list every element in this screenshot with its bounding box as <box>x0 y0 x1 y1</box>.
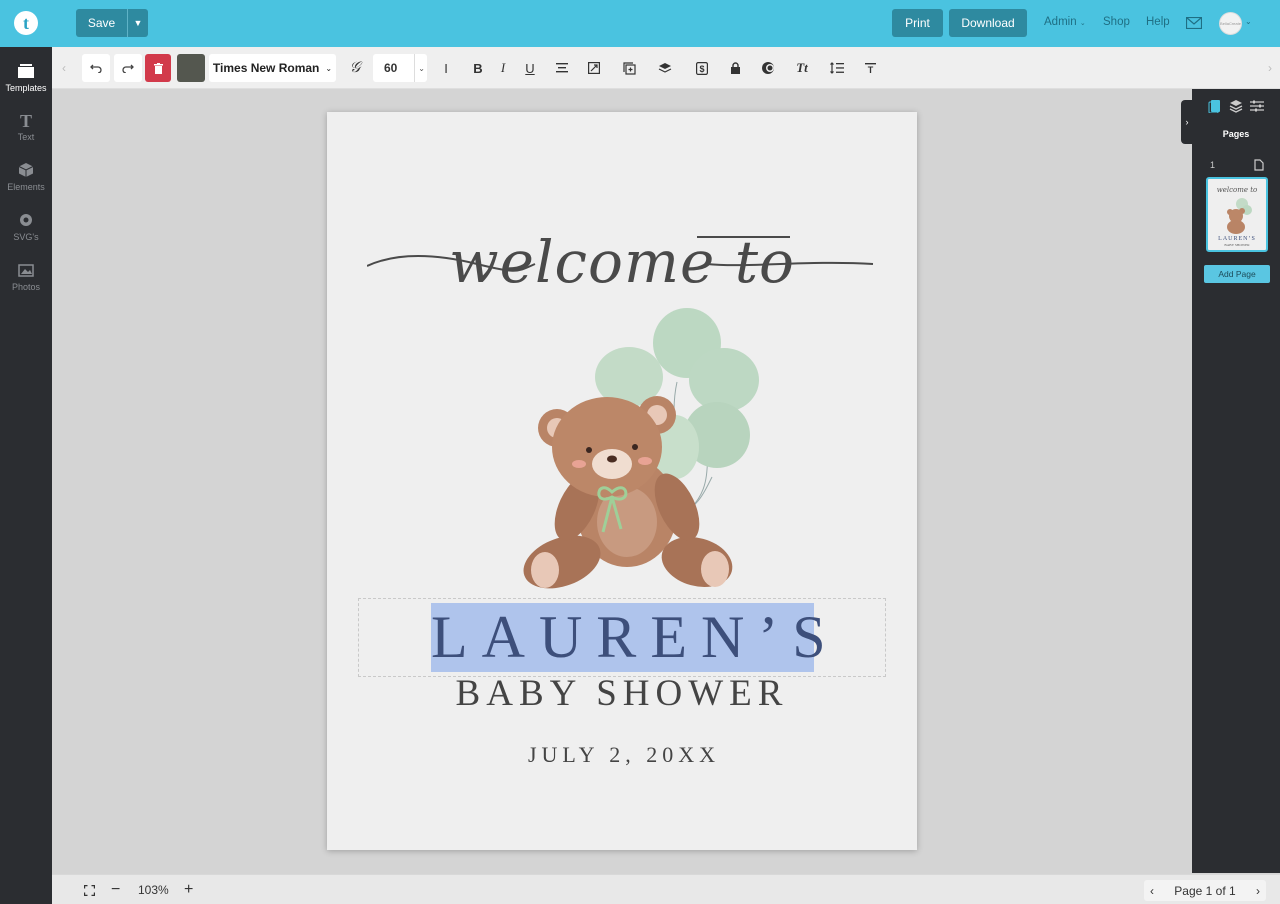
svg-text:T: T <box>867 65 873 75</box>
layers-panel-icon[interactable] <box>1229 99 1243 113</box>
avatar[interactable]: BellaCreate <box>1219 12 1242 35</box>
font-style-icon[interactable]: 𝒢 <box>345 54 365 82</box>
text-icon: T <box>20 112 32 128</box>
app-logo[interactable]: t <box>14 11 38 35</box>
save-button[interactable]: Save <box>76 9 128 37</box>
shop-link[interactable]: Shop <box>1103 16 1130 28</box>
avatar-text: BellaCreate <box>1220 21 1241 26</box>
welcome-text: welcome to <box>449 228 795 296</box>
baby-shower-text[interactable]: BABY SHOWER <box>327 672 917 715</box>
thumb-welcome-text: welcome to <box>1216 186 1258 194</box>
page-options-icon[interactable] <box>1254 159 1264 171</box>
svg-text:$: $ <box>699 64 704 74</box>
mail-icon[interactable] <box>1186 17 1202 29</box>
page-indicator: Page 1 of 1 <box>1174 883 1236 898</box>
sidebar-item-label: Templates <box>5 83 47 93</box>
design-canvas-page[interactable]: welcome to LAUREN’S BABY SHOWER JULY 2, … <box>327 112 917 850</box>
font-chevron-down-icon: ⌄ <box>325 63 333 73</box>
letter-spacing-icon[interactable]: T <box>860 54 880 82</box>
align-center-icon[interactable] <box>552 54 572 82</box>
bold-icon[interactable]: B <box>468 54 488 82</box>
thumb-bear-icon <box>1227 198 1252 234</box>
next-page-chevron-icon[interactable]: › <box>1256 884 1260 898</box>
download-button[interactable]: Download <box>949 9 1027 37</box>
text-color-swatch[interactable] <box>177 54 205 82</box>
admin-link-label: Admin <box>1044 16 1077 28</box>
sidebar-item-label: SVG's <box>13 232 39 242</box>
sidebar-item-photos[interactable]: Photos <box>0 262 52 292</box>
delete-button[interactable] <box>145 54 171 82</box>
fit-screen-icon[interactable] <box>84 875 95 904</box>
svg-icon <box>20 214 32 226</box>
thumb-name-text: LAUREN’S <box>1218 236 1256 242</box>
bottom-bar: − 103% + ‹ Page 1 of 1 › <box>52 874 1280 904</box>
font-size-value: 60 <box>384 61 398 75</box>
duplicate-icon[interactable] <box>619 54 639 82</box>
undo-icon <box>90 64 102 73</box>
zoom-out-icon[interactable]: − <box>111 875 120 904</box>
font-size-chevron-down-icon[interactable]: ⌄ <box>414 54 425 82</box>
font-size-input[interactable]: 60 ⌄ <box>373 54 427 82</box>
panel-title: Pages <box>1222 129 1250 139</box>
undo-button[interactable] <box>82 54 110 82</box>
underline-icon[interactable]: U <box>520 54 540 82</box>
print-button[interactable]: Print <box>892 9 943 37</box>
thumb-subtitle-text: BABY SHOWER <box>1224 243 1250 247</box>
right-panel: Pages 1 welcome to LAUREN’S BABY SHOWER … <box>1192 89 1280 873</box>
teddy-bear-balloons-illustration <box>523 308 759 589</box>
sidebar-item-text[interactable]: T Text <box>0 112 52 142</box>
top-bar: t Save ▼ Print Download Admin ⌄ Shop Hel… <box>0 0 1280 47</box>
date-text[interactable]: JULY 2, 20XX <box>327 742 921 768</box>
left-sidebar: Templates T Text Elements SVG's Photos <box>0 47 52 904</box>
settings-sliders-icon[interactable] <box>1250 99 1264 113</box>
redo-button[interactable] <box>114 54 142 82</box>
sidebar-item-templates[interactable]: Templates <box>0 63 52 93</box>
welcome-script-text[interactable]: welcome to <box>367 202 877 322</box>
admin-menu[interactable]: Admin ⌄ <box>1044 16 1086 28</box>
zoom-level: 103% <box>138 883 169 897</box>
elements-icon <box>18 163 34 177</box>
text-transform-icon[interactable]: Tt <box>792 54 812 82</box>
name-text[interactable]: LAUREN’S <box>431 603 826 672</box>
page-number-label: 1 <box>1210 160 1216 170</box>
redo-icon <box>122 64 134 73</box>
save-dropdown-chevron-icon[interactable]: ▼ <box>128 9 148 37</box>
trash-icon <box>153 62 163 74</box>
sidebar-item-label: Text <box>17 132 35 142</box>
admin-chevron-down-icon: ⌄ <box>1079 20 1086 27</box>
line-height-icon[interactable] <box>827 54 847 82</box>
price-tag-icon[interactable]: $ <box>692 54 712 82</box>
sidebar-item-label: Elements <box>7 182 45 192</box>
resize-icon[interactable] <box>584 54 604 82</box>
page-thumbnail[interactable]: welcome to LAUREN’S BABY SHOWER <box>1206 177 1268 252</box>
photos-icon <box>18 264 34 277</box>
font-family-value: Times New Roman <box>212 61 320 75</box>
font-family-select[interactable]: Times New Roman ⌄ <box>209 54 336 82</box>
pages-icon[interactable] <box>1208 99 1222 113</box>
add-page-button[interactable]: Add Page <box>1204 265 1270 283</box>
toolbar-scroll-right-icon[interactable]: › <box>1264 54 1276 82</box>
help-link[interactable]: Help <box>1146 16 1170 28</box>
save-button-group: Save ▼ <box>76 9 148 37</box>
svg-text:T: T <box>20 112 32 128</box>
lock-icon[interactable] <box>725 54 745 82</box>
effects-icon[interactable] <box>758 54 778 82</box>
zoom-in-icon[interactable]: + <box>184 875 193 904</box>
italic-icon[interactable]: I <box>493 54 513 82</box>
toolbar-scroll-left-icon[interactable]: ‹ <box>58 54 70 82</box>
text-cursor-icon[interactable]: I <box>436 54 456 82</box>
account-chevron-down-icon[interactable]: ⌄ <box>1245 17 1252 26</box>
sidebar-item-label: Photos <box>11 282 41 292</box>
sidebar-item-svgs[interactable]: SVG's <box>0 212 52 242</box>
page-navigator: ‹ Page 1 of 1 › <box>1144 880 1266 901</box>
previous-page-chevron-icon[interactable]: ‹ <box>1150 884 1154 898</box>
sidebar-item-elements[interactable]: Elements <box>0 162 52 192</box>
editor-toolbar: ‹ Times New Roman ⌄ 𝒢 60 ⌄ I B I U $ Tt <box>52 47 1280 89</box>
logo-letter: t <box>23 13 29 33</box>
templates-icon <box>18 64 34 78</box>
layers-icon[interactable] <box>655 54 675 82</box>
